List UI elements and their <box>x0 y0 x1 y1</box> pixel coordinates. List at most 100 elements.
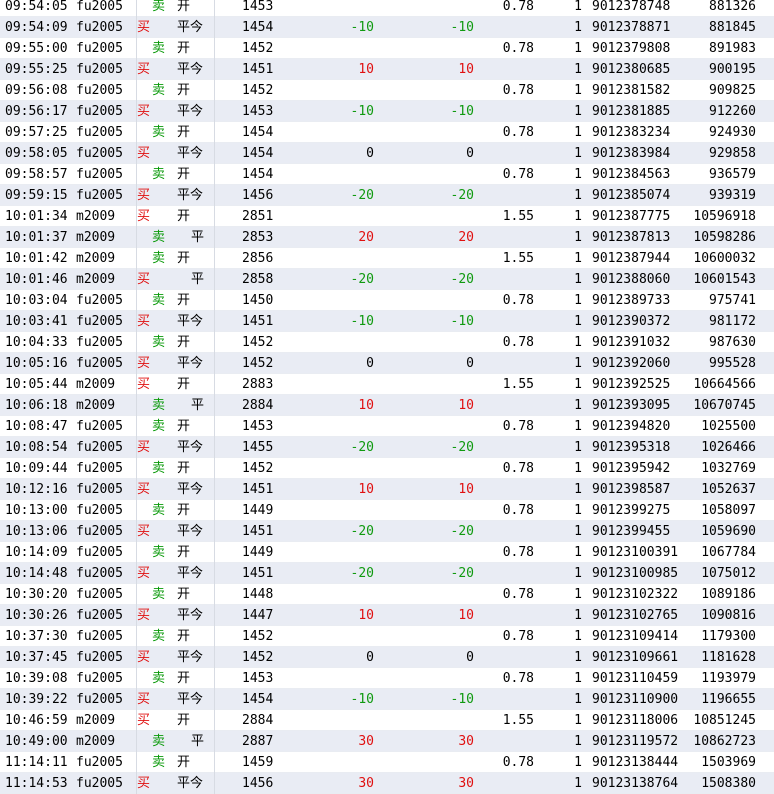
trade-price: 1452 <box>242 629 274 644</box>
table-row[interactable]: 10:06:18 m2009 卖平 2884 10 10 1 9012393095 106707… <box>0 395 774 416</box>
order-id: 9012385074 <box>592 188 671 203</box>
trade-price: 1450 <box>242 293 274 308</box>
table-row[interactable]: 11:14:53 fu2005 买 平今 1456 30 30 1 90123138764 150… <box>0 773 774 794</box>
close-profit-by-trade: -10 <box>450 104 474 119</box>
table-row[interactable]: 10:14:09 fu2005 卖开 1449 0.78 1 90123100391 1067… <box>0 542 774 563</box>
close-profit <box>300 542 374 563</box>
trade-id: 1503969 <box>701 755 756 770</box>
close-profit-by-trade <box>380 80 474 101</box>
instrument-code: fu2005 <box>76 290 137 311</box>
table-row[interactable]: 10:46:59 m2009 买 开 2884 1.55 1 90123118006 10851… <box>0 710 774 731</box>
trade-id: 1179300 <box>701 629 756 644</box>
trade-time: 09:56:08 <box>5 83 68 98</box>
table-row[interactable]: 10:05:16 fu2005 买 平今 1452 0 0 1 9012392060 995528 <box>0 353 774 374</box>
trade-id: 1075012 <box>701 566 756 581</box>
trade-volume: 1 <box>574 356 582 371</box>
commission: 1.55 <box>502 251 534 266</box>
close-profit-by-trade <box>380 710 474 731</box>
order-id: 9012381885 <box>592 104 671 119</box>
table-row[interactable]: 10:03:04 fu2005 卖开 1450 0.78 1 9012389733 97574… <box>0 290 774 311</box>
table-row[interactable]: 10:05:44 m2009 买 开 2883 1.55 1 9012392525 106645… <box>0 374 774 395</box>
instrument-code: fu2005 <box>76 353 137 374</box>
table-row[interactable]: 10:01:46 m2009 买 平 2858 -20 -20 1 9012388060 1060… <box>0 269 774 290</box>
trade-time: 10:13:06 <box>5 524 68 539</box>
order-id: 9012380685 <box>592 62 671 77</box>
trade-volume: 1 <box>574 167 582 182</box>
table-row[interactable]: 09:56:08 fu2005 卖开 1452 0.78 1 9012381582 90982… <box>0 80 774 101</box>
trade-side: 卖 <box>152 503 166 518</box>
table-row[interactable]: 10:13:06 fu2005 买 平今 1451 -20 -20 1 9012399455 10… <box>0 521 774 542</box>
table-row[interactable]: 09:58:57 fu2005 卖开 1454 0.78 1 9012384563 93657… <box>0 164 774 185</box>
trade-volume: 1 <box>574 545 582 560</box>
commission: 0.78 <box>502 335 534 350</box>
close-profit: 10 <box>358 608 374 623</box>
table-row[interactable]: 10:12:16 fu2005 买 平今 1451 10 10 1 9012398587 1052… <box>0 479 774 500</box>
trade-side: 买 <box>137 314 151 329</box>
table-row[interactable]: 10:30:20 fu2005 卖开 1448 0.78 1 90123102322 1089… <box>0 584 774 605</box>
order-id: 9012378871 <box>592 20 671 35</box>
commission <box>480 395 534 416</box>
table-row[interactable]: 09:57:25 fu2005 卖开 1454 0.78 1 9012383234 92493… <box>0 122 774 143</box>
table-row[interactable]: 10:14:48 fu2005 买 平今 1451 -20 -20 1 90123100985 1… <box>0 563 774 584</box>
table-row[interactable]: 10:01:37 m2009 卖平 2853 20 20 1 9012387813 105982… <box>0 227 774 248</box>
trade-time: 10:05:44 <box>5 377 68 392</box>
table-row[interactable]: 10:09:44 fu2005 卖开 1452 0.78 1 9012395942 10327… <box>0 458 774 479</box>
table-row[interactable]: 10:03:41 fu2005 买 平今 1451 -10 -10 1 9012390372 98… <box>0 311 774 332</box>
trade-id: 1193979 <box>701 671 756 686</box>
table-row[interactable]: 09:54:09 fu2005 买 平今 1454 -10 -10 1 9012378871 88… <box>0 17 774 38</box>
trade-price: 1451 <box>242 566 274 581</box>
close-profit-by-trade: 0 <box>466 356 474 371</box>
table-row[interactable]: 10:39:08 fu2005 卖开 1453 0.78 1 90123110459 1193… <box>0 668 774 689</box>
table-row[interactable]: 11:14:11 fu2005 卖开 1459 0.78 1 90123138444 1503… <box>0 752 774 773</box>
open-close-flag: 开 <box>174 38 215 59</box>
table-row[interactable]: 10:37:30 fu2005 卖开 1452 0.78 1 90123109414 1179… <box>0 626 774 647</box>
order-id: 90123102765 <box>592 608 679 623</box>
trade-side: 卖 <box>152 251 166 266</box>
trade-id: 929858 <box>709 146 756 161</box>
close-profit: -20 <box>350 440 374 455</box>
table-row[interactable]: 10:08:54 fu2005 买 平今 1455 -20 -20 1 9012395318 10… <box>0 437 774 458</box>
open-close-flag: 开 <box>174 710 215 731</box>
trade-price: 1451 <box>242 314 274 329</box>
trade-price: 2851 <box>242 209 274 224</box>
table-row[interactable]: 10:49:00 m2009 卖平 2887 30 30 1 90123119572 10862… <box>0 731 774 752</box>
close-profit <box>300 80 374 101</box>
commission <box>480 143 534 164</box>
commission: 1.55 <box>502 713 534 728</box>
close-profit-by-trade <box>380 38 474 59</box>
trade-id: 936579 <box>709 167 756 182</box>
table-row[interactable]: 09:59:15 fu2005 买 平今 1456 -20 -20 1 9012385074 93… <box>0 185 774 206</box>
table-row[interactable]: 10:39:22 fu2005 买 平今 1454 -10 -10 1 90123110900 1… <box>0 689 774 710</box>
table-row[interactable]: 09:54:05 fu2005 卖开 1453 0.78 1 9012378748 88132… <box>0 0 774 17</box>
table-row[interactable]: 10:01:34 m2009 买 开 2851 1.55 1 9012387775 105969… <box>0 206 774 227</box>
table-row[interactable]: 10:13:00 fu2005 卖开 1449 0.78 1 9012399275 10580… <box>0 500 774 521</box>
instrument-code: fu2005 <box>76 521 137 542</box>
table-row[interactable]: 09:58:05 fu2005 买 平今 1454 0 0 1 9012383984 929858 <box>0 143 774 164</box>
close-profit <box>300 752 374 773</box>
table-row[interactable]: 10:08:47 fu2005 卖开 1453 0.78 1 9012394820 10255… <box>0 416 774 437</box>
table-row[interactable]: 09:56:17 fu2005 买 平今 1453 -10 -10 1 9012381885 91… <box>0 101 774 122</box>
table-row[interactable]: 10:04:33 fu2005 卖开 1452 0.78 1 9012391032 98763… <box>0 332 774 353</box>
trade-time: 09:55:25 <box>5 62 68 77</box>
table-row[interactable]: 09:55:00 fu2005 卖开 1452 0.78 1 9012379808 89198… <box>0 38 774 59</box>
trade-time: 10:30:20 <box>5 587 68 602</box>
table-row[interactable]: 09:55:25 fu2005 买 平今 1451 10 10 1 9012380685 9001… <box>0 59 774 80</box>
order-id: 90123110459 <box>592 671 679 686</box>
close-profit <box>300 290 374 311</box>
trade-side: 买 <box>137 104 151 119</box>
close-profit-by-trade: -20 <box>450 188 474 203</box>
trade-id: 10862723 <box>693 734 756 749</box>
instrument-code: fu2005 <box>76 59 137 80</box>
close-profit: 10 <box>358 398 374 413</box>
commission: 0.78 <box>502 0 534 14</box>
table-row[interactable]: 10:37:45 fu2005 买 平今 1452 0 0 1 90123109661 11816… <box>0 647 774 668</box>
commission: 1.55 <box>502 377 534 392</box>
order-id: 9012392060 <box>592 356 671 371</box>
trade-id: 10598286 <box>693 230 756 245</box>
table-row[interactable]: 10:30:26 fu2005 买 平今 1447 10 10 1 90123102765 109… <box>0 605 774 626</box>
trade-side: 卖 <box>152 734 166 749</box>
trade-side: 买 <box>137 209 151 224</box>
close-profit: -10 <box>350 692 374 707</box>
trade-time: 10:46:59 <box>5 713 68 728</box>
table-row[interactable]: 10:01:42 m2009 卖开 2856 1.55 1 9012387944 106000… <box>0 248 774 269</box>
